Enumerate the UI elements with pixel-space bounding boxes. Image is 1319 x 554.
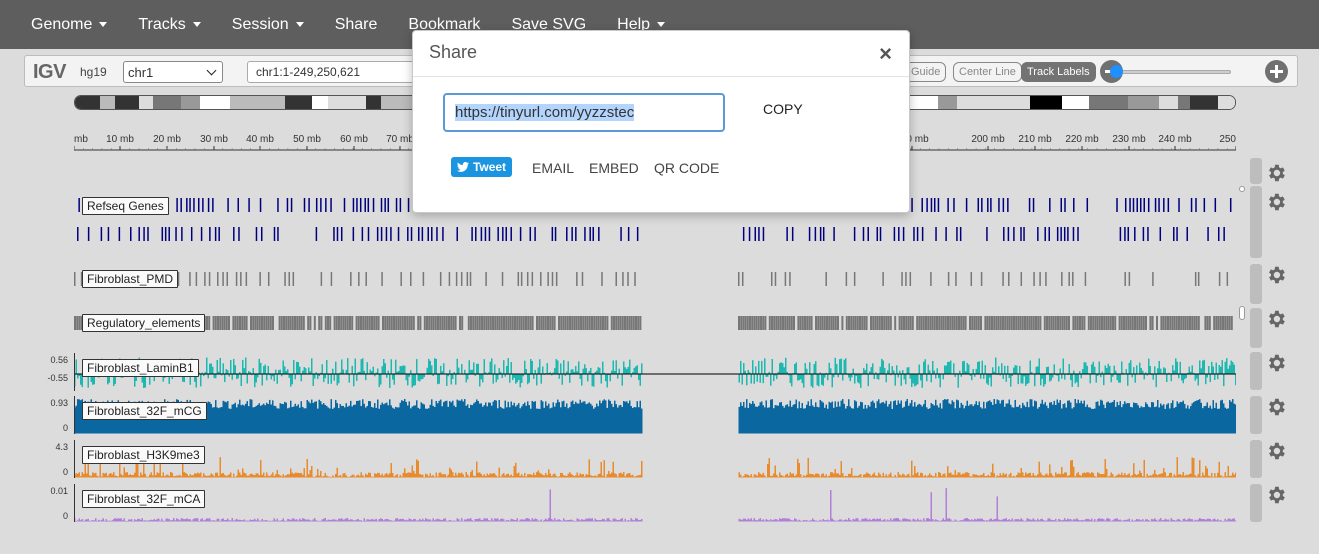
track-name-label[interactable]: Refseq Genes — [82, 197, 169, 215]
caret-down-icon — [192, 22, 201, 27]
caret-down-icon — [657, 22, 666, 27]
ruler-tick-label: 70 mb — [386, 134, 414, 145]
zoom-slider[interactable] — [1111, 70, 1231, 74]
ruler-tick-label: 20 mb — [153, 134, 181, 145]
caret-down-icon — [295, 22, 304, 27]
track-side-bar[interactable] — [1250, 352, 1262, 390]
zoom-in-button[interactable] — [1265, 60, 1288, 83]
track-scrollbar[interactable] — [1239, 186, 1245, 192]
locus-search-input[interactable]: chr1:1-249,250,621 — [247, 61, 427, 83]
ruler-tick-label: 30 mb — [200, 134, 228, 145]
tweet-label: Tweet — [472, 160, 507, 174]
ruler-tick-label: 230 mb — [1112, 134, 1146, 145]
track-side-bar[interactable] — [1250, 264, 1262, 304]
chevron-down-icon — [206, 65, 217, 76]
gear-icon[interactable] — [1265, 352, 1287, 374]
gear-icon[interactable] — [1265, 440, 1287, 462]
share-url-text: https://tinyurl.com/yyzzstec — [455, 104, 635, 121]
data-range-min: -0.55 — [47, 373, 68, 383]
chromosome-select-value: chr1 — [128, 64, 154, 80]
copy-button[interactable]: COPY — [763, 101, 803, 117]
gear-icon[interactable] — [1265, 396, 1287, 418]
track-fibroblast-laminb1[interactable] — [74, 353, 1236, 391]
nav-label: Session — [231, 15, 289, 33]
track-side-bar[interactable] — [1250, 484, 1262, 522]
track-side-bar[interactable] — [1250, 440, 1262, 478]
ruler-tick-label: 240 mb — [1158, 134, 1192, 145]
chromosome-select[interactable]: chr1 — [123, 61, 223, 83]
ruler-tick-label: mb — [74, 134, 88, 145]
share-modal: Share × https://tinyurl.com/yyzzstec COP… — [412, 30, 910, 213]
gear-icon[interactable] — [1265, 308, 1287, 330]
center-line-toggle-button[interactable]: Center Line — [953, 62, 1022, 82]
igv-logo: IGV — [33, 61, 66, 83]
ruler-tick-label: 250 — [1219, 134, 1236, 145]
zoom-slider-thumb[interactable] — [1110, 65, 1123, 78]
ruler-tick-label: 220 mb — [1065, 134, 1099, 145]
nav-label: Share — [334, 15, 378, 33]
data-range-min: 0 — [62, 467, 68, 477]
modal-title: Share — [429, 42, 478, 62]
guide-toggle-button[interactable]: Guide — [905, 62, 947, 82]
email-button[interactable]: EMAIL — [532, 160, 574, 176]
track-fibroblast-h3k9me3[interactable] — [74, 440, 1236, 478]
track-side-bar[interactable] — [1250, 396, 1262, 434]
track-name-label[interactable]: Fibroblast_32F_mCG — [82, 402, 207, 420]
nav-share[interactable]: Share — [335, 16, 378, 34]
ruler-tick-label: 60 mb — [340, 134, 368, 145]
qr-code-button[interactable]: QR CODE — [654, 160, 719, 176]
track-side-bar[interactable] — [1250, 186, 1262, 258]
gear-icon[interactable] — [1265, 484, 1287, 506]
track-name-label[interactable]: Regulatory_elements — [82, 314, 206, 332]
modal-header: Share × — [413, 31, 909, 77]
ruler-tick-label: 50 mb — [293, 134, 321, 145]
share-url-input[interactable]: https://tinyurl.com/yyzzstec — [443, 93, 725, 132]
nav-label: Genome — [31, 15, 93, 33]
track-labels-toggle-button[interactable]: Track Labels — [1021, 62, 1096, 82]
genome-label: hg19 — [80, 65, 107, 79]
track-side-bar[interactable] — [1250, 308, 1262, 348]
embed-button[interactable]: EMBED — [589, 160, 639, 176]
nav-session[interactable]: Session — [232, 16, 304, 34]
track-name-label[interactable]: Fibroblast_LaminB1 — [82, 359, 199, 377]
data-range-min: 0 — [62, 511, 68, 521]
caret-down-icon — [99, 22, 108, 27]
gear-icon[interactable] — [1265, 162, 1287, 184]
ruler-tick-label: 200 mb — [971, 134, 1005, 145]
track-fibroblast-32f-mcg[interactable] — [74, 396, 1236, 434]
track-scrollbar[interactable] — [1239, 306, 1245, 320]
tweet-button[interactable]: Tweet — [451, 157, 512, 177]
twitter-bird-icon — [456, 162, 469, 172]
gear-icon[interactable] — [1265, 191, 1287, 213]
nav-label: Tracks — [138, 15, 186, 33]
ruler-tick-label: 210 mb — [1018, 134, 1052, 145]
track-name-label[interactable]: Fibroblast_H3K9me3 — [82, 446, 205, 464]
track-fibroblast-32f-mca[interactable] — [74, 484, 1236, 522]
ruler-tick-label: 40 mb — [246, 134, 274, 145]
track-fibroblast-pmd[interactable] — [74, 267, 1236, 293]
data-range-max: 4.3 — [55, 442, 68, 452]
ruler-tick-label: 10 mb — [106, 134, 134, 145]
track-name-label[interactable]: Fibroblast_32F_mCA — [82, 490, 206, 508]
track-regulatory-elements[interactable] — [74, 311, 1236, 337]
data-range-max: 0.93 — [50, 398, 68, 408]
data-range-max: 0.01 — [50, 486, 68, 496]
gear-icon[interactable] — [1265, 264, 1287, 286]
data-range-max: 0.56 — [50, 355, 68, 365]
data-range-min: 0 — [62, 423, 68, 433]
close-icon[interactable]: × — [879, 43, 892, 65]
track-name-label[interactable]: Fibroblast_PMD — [82, 270, 179, 288]
track-side-bar[interactable] — [1250, 158, 1262, 184]
nav-genome[interactable]: Genome — [31, 15, 108, 34]
nav-tracks[interactable]: Tracks — [138, 15, 201, 34]
